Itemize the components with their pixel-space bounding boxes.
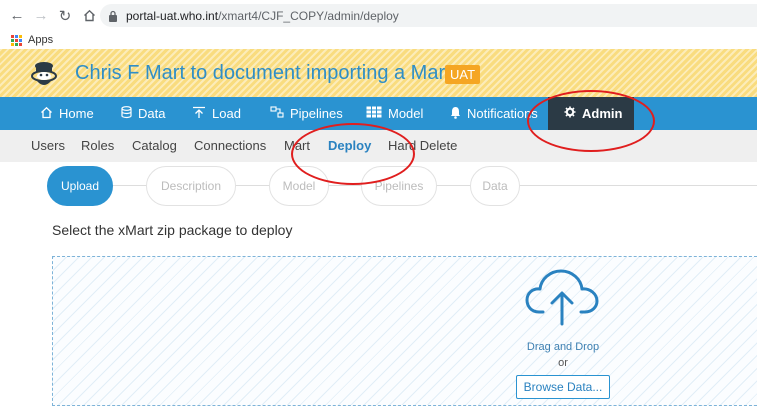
database-icon: [121, 105, 132, 122]
nav-item-pipelines[interactable]: Pipelines: [270, 97, 343, 130]
step-upload[interactable]: Upload: [47, 166, 113, 206]
nav-label: Load: [212, 106, 241, 121]
back-icon[interactable]: ←: [6, 5, 28, 27]
file-dropzone[interactable]: [52, 256, 757, 406]
subnav-catalog[interactable]: Catalog: [132, 138, 177, 153]
subnav-mart[interactable]: Mart: [284, 138, 310, 153]
or-label: or: [558, 357, 568, 369]
main-nav: Home Data Load Pipelines Model Notificat…: [0, 97, 757, 130]
deploy-prompt: Select the xMart zip package to deploy: [52, 222, 293, 238]
home-icon: [40, 106, 53, 122]
xmart-logo-icon[interactable]: [28, 59, 60, 89]
url-host: portal-uat.who.int: [126, 8, 219, 23]
upload-icon: [192, 106, 206, 122]
nav-item-data[interactable]: Data: [121, 97, 165, 130]
url-path: /xmart4/CJF_COPY/admin/deploy: [218, 8, 399, 23]
nav-item-home[interactable]: Home: [40, 97, 94, 130]
nav-item-notifications[interactable]: Notifications: [450, 97, 538, 130]
step-description[interactable]: Description: [146, 166, 236, 206]
subnav-connections[interactable]: Connections: [194, 138, 266, 153]
pipelines-icon: [270, 106, 284, 121]
nav-label: Model: [388, 106, 424, 121]
nav-item-model[interactable]: Model: [366, 97, 423, 130]
bell-icon: [450, 106, 461, 122]
lock-icon: [109, 10, 117, 22]
address-bar[interactable]: portal-uat.who.int/xmart4/CJF_COPY/admin…: [100, 4, 757, 27]
nav-label: Home: [59, 106, 94, 121]
cloud-upload-icon: [525, 269, 599, 326]
nav-item-admin[interactable]: Admin: [548, 97, 634, 130]
browser-toolbar: ← → ↻ portal-uat.who.int/xmart4/CJF_COPY…: [0, 0, 757, 31]
bookmark-apps[interactable]: Apps: [28, 34, 53, 46]
admin-sub-nav: Users Roles Catalog Connections Mart Dep…: [0, 130, 757, 162]
subnav-hard-delete[interactable]: Hard Delete: [388, 138, 457, 153]
subnav-users[interactable]: Users: [31, 138, 65, 153]
nav-label: Pipelines: [290, 106, 343, 121]
reload-icon[interactable]: ↻: [54, 5, 76, 27]
browse-data-button[interactable]: Browse Data...: [516, 375, 610, 399]
forward-icon[interactable]: →: [30, 5, 52, 27]
app-header: Chris F Mart to document importing a Mar…: [0, 49, 757, 97]
deploy-stepper: Upload Description Model Pipelines Data: [0, 166, 757, 206]
environment-badge: UAT: [445, 65, 481, 84]
page-title: Chris F Mart to document importing a Mar…: [75, 62, 451, 84]
nav-label: Notifications: [467, 106, 538, 121]
drag-drop-label: Drag and Drop: [526, 341, 600, 353]
subnav-deploy[interactable]: Deploy: [328, 138, 371, 153]
model-icon: [366, 106, 382, 121]
subnav-roles[interactable]: Roles: [81, 138, 114, 153]
nav-item-load[interactable]: Load: [192, 97, 241, 130]
step-pipelines[interactable]: Pipelines: [361, 166, 437, 206]
bookmarks-bar: Apps: [0, 31, 757, 49]
step-model[interactable]: Model: [269, 166, 329, 206]
nav-label: Data: [138, 106, 166, 121]
home-browser-icon[interactable]: [78, 5, 100, 27]
step-data[interactable]: Data: [470, 166, 520, 206]
nav-label: Admin: [582, 106, 623, 121]
apps-grid-icon[interactable]: [11, 34, 22, 46]
gear-icon: [564, 106, 576, 121]
